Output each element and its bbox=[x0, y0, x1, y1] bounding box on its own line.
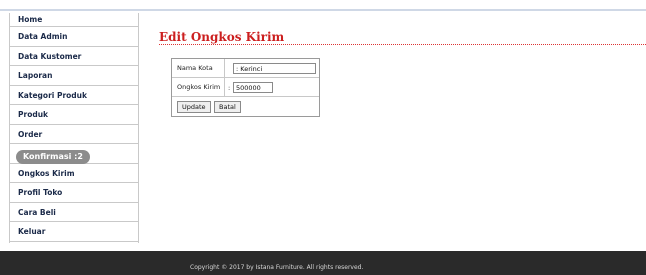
sidebar-item-ongkos-kirim[interactable]: Ongkos Kirim bbox=[10, 163, 138, 183]
top-bar bbox=[0, 0, 646, 11]
sidebar-item-order[interactable]: Order bbox=[10, 124, 138, 144]
sidebar-item-profil-toko[interactable]: Profil Toko bbox=[10, 183, 138, 203]
kota-label: Nama Kota bbox=[172, 59, 225, 78]
page-title: Edit Ongkos Kirim bbox=[159, 30, 285, 44]
sidebar-item-data-kustomer[interactable]: Data Kustomer bbox=[10, 46, 138, 66]
footer: Copyright © 2017 by Istana Furniture. Al… bbox=[0, 251, 646, 275]
form-row-ongkos: Ongkos Kirim : bbox=[172, 78, 319, 97]
title-divider bbox=[159, 44, 646, 45]
sidebar-item-konfirmasi[interactable]: Konfirmasi :2 bbox=[10, 144, 138, 164]
konfirmasi-badge: Konfirmasi :2 bbox=[16, 150, 90, 164]
ongkos-label: Ongkos Kirim bbox=[172, 78, 225, 97]
edit-ongkos-form: Nama Kota Ongkos Kirim : Update Batal bbox=[171, 58, 320, 117]
sidebar-item-kategori-produk[interactable]: Kategori Produk bbox=[10, 85, 138, 105]
kota-field[interactable] bbox=[233, 63, 316, 74]
sidebar-item-laporan[interactable]: Laporan bbox=[10, 66, 138, 86]
sidebar-item-produk[interactable]: Produk bbox=[10, 105, 138, 125]
update-button[interactable]: Update bbox=[177, 101, 211, 113]
sidebar-item-data-admin[interactable]: Data Admin bbox=[10, 27, 138, 47]
sidebar-menu: Home Data Admin Data Kustomer Laporan Ka… bbox=[9, 13, 139, 243]
form-row-actions: Update Batal bbox=[172, 97, 319, 116]
sidebar-item-cara-beli[interactable]: Cara Beli bbox=[10, 202, 138, 222]
ongkos-colon: : bbox=[228, 84, 231, 92]
form-row-kota: Nama Kota bbox=[172, 59, 319, 78]
sidebar-item-home[interactable]: Home bbox=[10, 13, 138, 27]
ongkos-field[interactable] bbox=[233, 82, 273, 93]
copyright-text: Copyright © 2017 by Istana Furniture. Al… bbox=[190, 264, 364, 271]
batal-button[interactable]: Batal bbox=[214, 101, 241, 113]
sidebar-item-keluar[interactable]: Keluar bbox=[10, 222, 138, 242]
